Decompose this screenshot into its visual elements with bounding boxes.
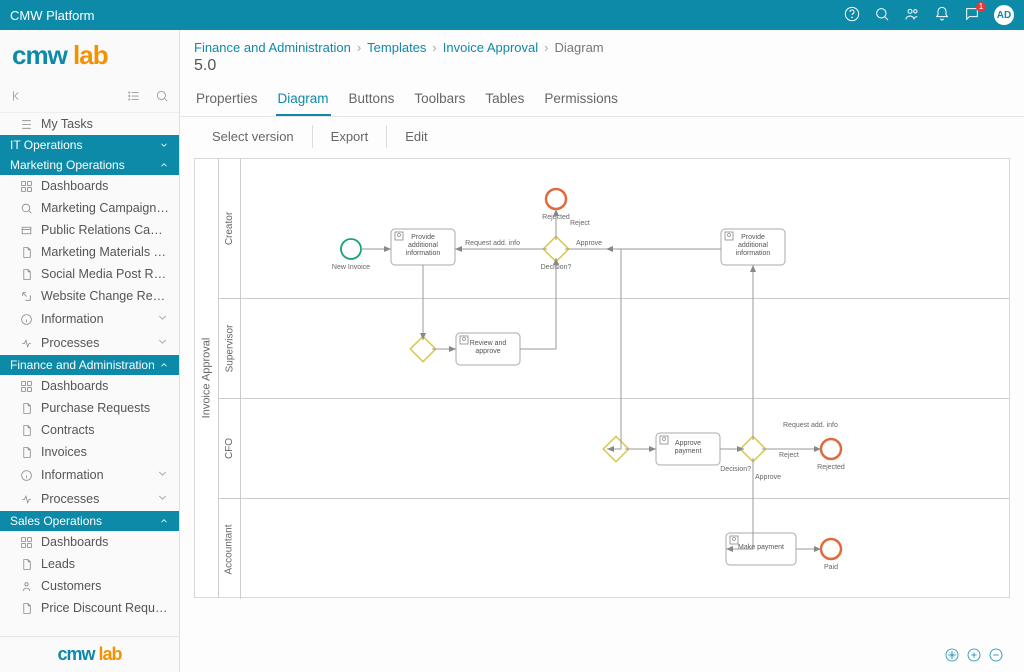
main: Finance and Administration›Templates›Inv… bbox=[180, 30, 1024, 672]
lane-label: Accountant bbox=[219, 499, 241, 599]
lane-label: Supervisor bbox=[219, 299, 241, 398]
avatar[interactable]: AD bbox=[994, 5, 1014, 25]
svg-text:information: information bbox=[736, 250, 771, 257]
svg-text:Approve: Approve bbox=[675, 440, 701, 447]
diagram-svg: New InvoiceProvideadditionalinformationD… bbox=[241, 159, 1009, 597]
svg-text:Rejected: Rejected bbox=[817, 464, 845, 471]
app-title: CMW Platform bbox=[10, 8, 844, 23]
nav-item[interactable]: Marketing Materials Requ... bbox=[0, 241, 179, 263]
nav-item[interactable]: Price Discount Requests bbox=[0, 597, 179, 619]
svg-text:payment: payment bbox=[675, 448, 702, 455]
svg-text:Approve: Approve bbox=[755, 474, 781, 481]
svg-text:information: information bbox=[406, 250, 441, 257]
breadcrumb-item[interactable]: Invoice Approval bbox=[443, 40, 538, 55]
nav-item[interactable]: Leads bbox=[0, 553, 179, 575]
svg-text:Provide: Provide bbox=[741, 234, 765, 241]
tab-toolbars[interactable]: Toolbars bbox=[412, 83, 467, 116]
zoom-in-icon[interactable] bbox=[966, 647, 982, 666]
bell-icon[interactable] bbox=[934, 6, 950, 25]
nav-my-tasks[interactable]: My Tasks bbox=[0, 113, 179, 135]
svg-text:Reject: Reject bbox=[779, 452, 799, 459]
svg-text:Provide: Provide bbox=[411, 234, 435, 241]
nav-item[interactable]: Public Relations Campaig... bbox=[0, 219, 179, 241]
nav-section-finance-and-administration[interactable]: Finance and Administration bbox=[0, 355, 179, 375]
back-icon[interactable] bbox=[10, 89, 24, 106]
svg-text:Review and: Review and bbox=[470, 340, 507, 347]
nav-item[interactable]: Social Media Post Requests bbox=[0, 263, 179, 285]
svg-text:Paid: Paid bbox=[824, 564, 838, 571]
topbar-actions: AD bbox=[844, 5, 1014, 25]
toolbar-export[interactable]: Export bbox=[313, 125, 388, 148]
svg-text:Request add. info: Request add. info bbox=[465, 240, 520, 247]
breadcrumb: Finance and Administration›Templates›Inv… bbox=[180, 30, 1024, 55]
tab-properties[interactable]: Properties bbox=[194, 83, 260, 116]
tab-diagram[interactable]: Diagram bbox=[276, 83, 331, 116]
toolbar-edit[interactable]: Edit bbox=[387, 125, 445, 148]
search-icon[interactable] bbox=[874, 6, 890, 25]
nav-item[interactable]: Invoices bbox=[0, 441, 179, 463]
lane-label: Creator bbox=[219, 159, 241, 298]
lane-label: CFO bbox=[219, 399, 241, 498]
list-icon[interactable] bbox=[127, 89, 141, 106]
nav-item[interactable]: Processes bbox=[0, 487, 179, 511]
breadcrumb-item: Diagram bbox=[555, 40, 604, 55]
diagram-canvas[interactable]: Invoice ApprovalCreatorSupervisorCFOAcco… bbox=[194, 158, 1010, 598]
sidebar-footer-logo: cmw lab bbox=[0, 636, 179, 672]
logo: cmw lab bbox=[0, 30, 179, 89]
toolbar-select-version[interactable]: Select version bbox=[194, 125, 313, 148]
svg-text:additional: additional bbox=[738, 242, 768, 249]
tabs: Properties Diagram Buttons Toolbars Tables Pe… bbox=[180, 83, 1024, 117]
svg-text:Reject: Reject bbox=[570, 220, 590, 227]
nav-section-marketing-operations[interactable]: Marketing Operations bbox=[0, 155, 179, 175]
svg-text:Approve: Approve bbox=[576, 240, 602, 247]
svg-text:Decision?: Decision? bbox=[720, 466, 751, 473]
nav-item[interactable]: Website Change Requests bbox=[0, 285, 179, 307]
nav-item[interactable]: Dashboards bbox=[0, 531, 179, 553]
nav-item[interactable]: Purchase Requests bbox=[0, 397, 179, 419]
nav-item[interactable]: Information bbox=[0, 463, 179, 487]
nav-item[interactable]: Processes bbox=[0, 331, 179, 355]
svg-text:Make payment: Make payment bbox=[738, 544, 784, 551]
pool-label: Invoice Approval bbox=[195, 159, 219, 597]
help-icon[interactable] bbox=[844, 6, 860, 25]
tab-buttons[interactable]: Buttons bbox=[347, 83, 397, 116]
svg-text:approve: approve bbox=[475, 348, 500, 355]
nav-item[interactable]: Information bbox=[0, 307, 179, 331]
nav-item[interactable]: Dashboards bbox=[0, 175, 179, 197]
svg-text:additional: additional bbox=[408, 242, 438, 249]
topbar: CMW Platform AD bbox=[0, 0, 1024, 30]
sidebar: cmw lab My TasksIT OperationsMarketing O… bbox=[0, 30, 180, 672]
nav-section-it-operations[interactable]: IT Operations bbox=[0, 135, 179, 155]
diagram-toolbar: Select versionExportEdit bbox=[180, 117, 1024, 148]
breadcrumb-item[interactable]: Finance and Administration bbox=[194, 40, 351, 55]
version: 5.0 bbox=[180, 55, 1024, 83]
search-nav-icon[interactable] bbox=[155, 89, 169, 106]
zoom-out-icon[interactable] bbox=[988, 647, 1004, 666]
nav-section-sales-operations[interactable]: Sales Operations bbox=[0, 511, 179, 531]
nav-item[interactable]: Contracts bbox=[0, 419, 179, 441]
svg-text:Request add. info: Request add. info bbox=[783, 422, 838, 429]
tab-permissions[interactable]: Permissions bbox=[542, 83, 620, 116]
svg-text:New Invoice: New Invoice bbox=[332, 264, 370, 271]
messages-icon[interactable] bbox=[964, 6, 980, 25]
tab-tables[interactable]: Tables bbox=[483, 83, 526, 116]
nav-tree: My TasksIT OperationsMarketing Operation… bbox=[0, 113, 179, 636]
nav-item[interactable]: Dashboards bbox=[0, 375, 179, 397]
nav-item[interactable]: Customers bbox=[0, 575, 179, 597]
breadcrumb-item[interactable]: Templates bbox=[367, 40, 426, 55]
nav-item[interactable]: Marketing Campaign Req... bbox=[0, 197, 179, 219]
zoom-controls bbox=[944, 647, 1004, 666]
people-icon[interactable] bbox=[904, 6, 920, 25]
zoom-fit-icon[interactable] bbox=[944, 647, 960, 666]
